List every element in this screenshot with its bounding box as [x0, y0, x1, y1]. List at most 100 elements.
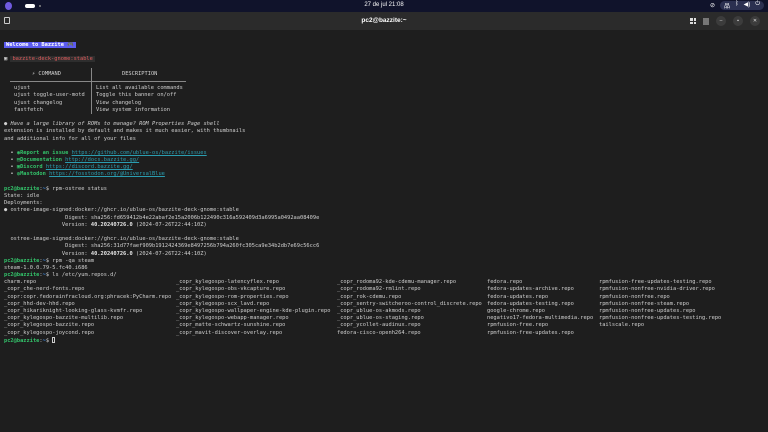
prompt-path: ~ [42, 337, 46, 344]
steam-icon[interactable]: ⊘ [710, 2, 715, 9]
repo-file: _copr_rok-cdemu.repo [337, 293, 402, 300]
repo-file: google-chrome.repo [487, 308, 545, 314]
cursor [52, 336, 56, 343]
repo-file: _copr_hikariknight-looking-glass-kvmfr.r… [4, 308, 143, 314]
repo-file: _copr_kylegospo-bazzite.repo [4, 322, 95, 329]
prompt-path: ~ [42, 185, 46, 192]
deployment-version: 40.20240726.0 [90, 250, 133, 257]
repo-file: fedora.repo [487, 279, 523, 286]
tip-line: and additional info for all of your file… [4, 135, 136, 142]
tab-overview-icon[interactable] [690, 18, 696, 24]
mastodon-link[interactable]: https://fosstodon.org/@UniversalBlue [49, 171, 165, 177]
tip-line: Have a large library of ROMs to manage? … [10, 121, 220, 128]
repo-file: _copr_ublue-os-staging.repo [337, 315, 424, 322]
output-line: Deployments: [4, 200, 43, 207]
system-tray[interactable]: ⊘ 品 ᛒ ◀) ⏻ [710, 1, 764, 10]
repo-file: rpmfusion-nonfree-steam.repo [599, 300, 690, 307]
repo-file: _copr_kylegospo-obs-vkcapture.repo [176, 286, 286, 293]
table-row-cmd: ujust changelog [14, 99, 63, 106]
repo-row: _copr_kylegospo-bazzite-multilib.repo _co… [4, 315, 759, 322]
repo-file: _copr:copr.fedorainfracloud.org:phracek:… [4, 293, 172, 300]
repo-file: rpmfusion-nonfree-updates-testing.repo [599, 315, 722, 322]
repo-file: _copr_kylegospo-bazzite-multilib.repo [4, 315, 124, 322]
deployment-version: 40.20240726.0 [90, 221, 133, 228]
repo-file: _copr_kylegospo-wallpaper-engine-kde-plu… [176, 308, 331, 314]
terminal-output[interactable]: Welcome to Bazzite 🎮 ▣ bazzite-deck-gnom… [4, 42, 759, 344]
link-label: Report an issue [20, 149, 69, 156]
table-row-desc: View system information [96, 106, 170, 113]
prompt-path: ~ [42, 257, 46, 264]
repo-row: _copr_kylegospo-joycond.repo _copr_mavit-… [4, 330, 759, 337]
table-row-desc: View changelog [96, 99, 142, 106]
link-label: Discord [20, 164, 43, 171]
table-row-cmd: ujust [14, 85, 31, 92]
repo-file: rpmfusion-free-updates.repo [487, 329, 574, 336]
tip-line: extension is installed by default and ma… [4, 128, 246, 135]
repo-row: _copr:copr.fedorainfracloud.org:phracek:… [4, 294, 759, 301]
bluetooth-icon: ᛒ [735, 1, 739, 7]
repo-file [599, 330, 759, 337]
deployment-digest: sha256:31d77faef909b1912424369e8497256b7… [90, 243, 320, 250]
terminal-header-bar: pc2@bazzite:~ – ▪ ✕ [0, 12, 768, 30]
table-row-cmd: fastfetch [14, 106, 43, 113]
docs-link[interactable]: http://docs.bazzite.gg/ [65, 157, 139, 163]
output-line: steam-1.0.0.79-5.fc40.i686 [4, 264, 88, 271]
table-row-desc: List all available commands [96, 85, 183, 92]
repo-row: charm.repo _copr_kylegospo-latencyflex.re… [4, 279, 759, 286]
top-bar: 27 de jul 21:08 ⊘ 品 ᛒ ◀) ⏻ [0, 0, 768, 12]
table-row-cmd: ujust toggle-user-motd [14, 92, 85, 99]
repo-file: rpmfusion-nonfree-nvidia-driver.repo [599, 286, 715, 293]
repo-file: fedora-updates.repo [487, 293, 549, 300]
link-label: Documentation [20, 157, 62, 164]
repo-file: negativo17-fedora-multimedia.repo [487, 315, 594, 322]
repo-row: _copr_hikariknight-looking-glass-kvmfr.r… [4, 308, 759, 315]
repo-file: _copr_kylegospo-scx_lavd.repo [176, 300, 270, 307]
menu-icon[interactable] [703, 17, 709, 25]
table-header-description: DESCRIPTION [122, 70, 158, 77]
power-icon: ⏻ [755, 1, 760, 7]
repo-file: fedora-updates-archive.repo [487, 286, 574, 293]
repo-file: _copr_kylegospo-latencyflex.repo [176, 279, 279, 286]
repo-file: _copr_mavit-discover-overlay.repo [176, 329, 283, 336]
repo-row: _copr_hhd-dev-hhd.repo _copr_kylegospo-sc… [4, 301, 759, 308]
deployment-image: ostree-image-signed:docker://ghcr.io/ubl… [10, 236, 239, 243]
issues-link[interactable]: https://github.com/ublue-os/bazzite/issu… [72, 150, 207, 156]
quick-settings[interactable]: 品 ᛒ ◀) ⏻ [720, 1, 764, 10]
command: ls /etc/yum.repos.d/ [52, 272, 117, 279]
repo-file: rpmfusion-free.repo [487, 322, 549, 329]
repo-file: tailscale.repo [599, 322, 645, 329]
deployment-image: ostree-image-signed:docker://ghcr.io/ubl… [10, 207, 239, 214]
repo-file: charm.repo [4, 279, 37, 286]
table-row-desc: Toggle this banner on/off [96, 92, 177, 99]
close-button[interactable]: ✕ [750, 16, 760, 26]
prompt-user: pc2@bazzite [4, 337, 40, 344]
repo-file: _copr_che-nerd-fonts.repo [4, 286, 85, 293]
prompt-user: pc2@bazzite [4, 257, 40, 264]
command: rpm -qa steam [52, 257, 95, 264]
repo-file: _copr_hhd-dev-hhd.repo [4, 300, 75, 307]
deployment-date: (2024-07-26T22:44:10Z) [135, 250, 207, 257]
repo-file: _copr_sentry-switcheroo-control_discrete… [337, 300, 482, 307]
minimize-button[interactable]: – [716, 16, 726, 26]
prompt-user: pc2@bazzite [4, 272, 40, 279]
repo-file: fedora-updates-testing.repo [487, 300, 574, 307]
discord-link[interactable]: https://discord.bazzite.gg/ [46, 164, 133, 170]
maximize-button[interactable]: ▪ [733, 16, 743, 26]
repo-file: rpmfusion-nonfree.repo [599, 293, 670, 300]
clock[interactable]: 27 de jul 21:08 [0, 2, 768, 8]
link-label: Mastodon [20, 171, 46, 178]
prompt-path: ~ [42, 272, 46, 279]
deployment-date: (2024-07-26T22:44:10Z) [135, 221, 207, 228]
repo-file: _copr_ycollet-audinux.repo [337, 322, 421, 329]
volume-icon: ◀) [743, 2, 751, 8]
repo-file: _copr_ublue-os-akmods.repo [337, 308, 421, 314]
repo-file: _copr_kylegospo-rom-properties.repo [176, 293, 289, 300]
repo-row: _copr_kylegospo-bazzite.repo _copr_matte-… [4, 322, 759, 329]
repo-file: rpmfusion-free-updates-testing.repo [599, 279, 712, 286]
repo-file: _copr_rodoma92-rmlint.repo [337, 286, 421, 293]
deployment-digest: sha256:fd659412b4e22abaf2e15a2006b122490… [90, 214, 320, 221]
repo-file: fedora-cisco-openh264.repo [337, 329, 421, 336]
repo-listing: charm.repo _copr_kylegospo-latencyflex.re… [4, 279, 759, 337]
repo-file: _copr_kylegospo-webapp-manager.repo [176, 315, 289, 322]
image-tag: bazzite-deck-gnome:stable [10, 56, 95, 63]
